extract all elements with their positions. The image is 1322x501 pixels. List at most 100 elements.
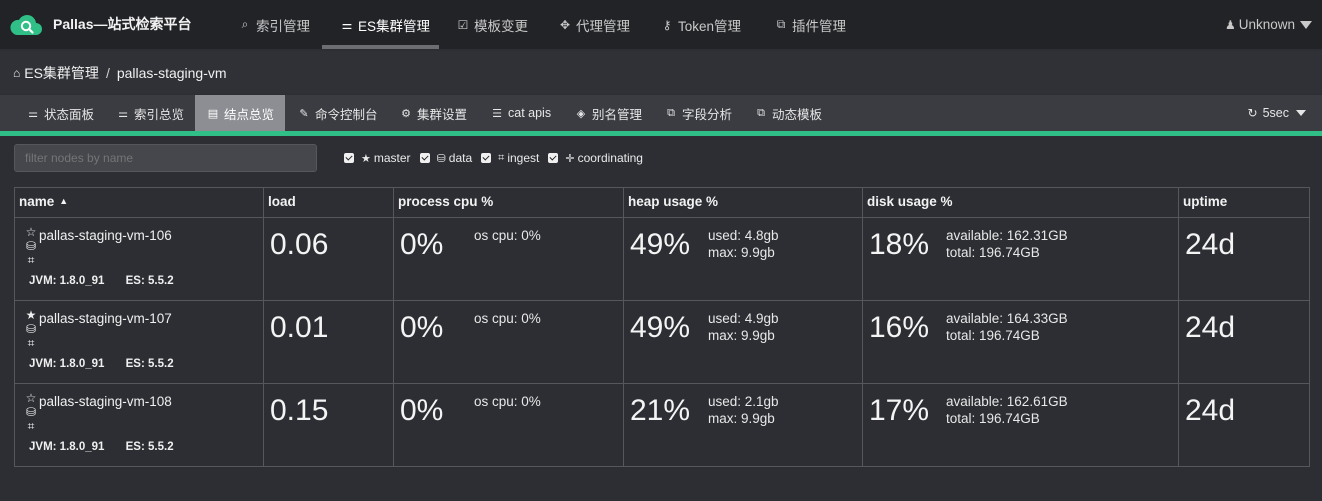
checkbox-edit-icon: ☑ bbox=[457, 17, 469, 32]
node-name: pallas-staging-vm-107 bbox=[39, 311, 172, 326]
tab-label: cat apis bbox=[508, 106, 552, 120]
nav-token-management[interactable]: ⚷ Token管理 bbox=[660, 0, 741, 49]
es-version: ES: 5.5.2 bbox=[125, 275, 174, 287]
brand-name: Pallas—站式检索平台 bbox=[53, 16, 192, 32]
checkbox-checked[interactable] bbox=[548, 153, 559, 163]
os-cpu: os cpu: 0% bbox=[474, 311, 541, 326]
node-name: pallas-staging-vm-106 bbox=[39, 228, 172, 243]
node-role-icons: ☆ ⛁ ⌗ bbox=[24, 225, 38, 267]
jvm-version: JVM: 1.8.0_91 bbox=[29, 358, 105, 370]
crosshairs-icon: ✛ bbox=[565, 152, 575, 165]
user-menu[interactable]: ♟ Unknown bbox=[1225, 0, 1312, 49]
home-icon: ⌂ bbox=[13, 65, 21, 80]
role-filter-data[interactable]: ⛁ data bbox=[419, 151, 473, 165]
node-uptime: 24d bbox=[1185, 311, 1236, 344]
nav-proxy-management[interactable]: ✥ 代理管理 bbox=[558, 0, 630, 49]
heap-max: max: 9.9gb bbox=[708, 411, 775, 426]
node-heap-cell: 49% used: 4.8gb max: 9.9gb bbox=[623, 217, 863, 301]
cluster-tab-bar: ⚌ 状态面板 ⚌ 索引总览 ▤ 结点总览 ✎ 命令控制台 ⚙ 集群设置 ☰ ca… bbox=[0, 95, 1322, 131]
os-cpu: os cpu: 0% bbox=[474, 228, 541, 243]
puzzle-icon: ⧉ bbox=[776, 17, 786, 31]
refresh-icon: ↻ bbox=[1247, 106, 1258, 120]
table-row: ☆ ⛁ ⌗ pallas-staging-vm-106 JVM: 1.8.0_9… bbox=[14, 217, 1310, 301]
sitemap-icon: ⚌ bbox=[341, 17, 353, 32]
crop-icon: ⌗ bbox=[498, 151, 505, 164]
filter-nodes-input[interactable] bbox=[14, 144, 317, 172]
cogs-icon: ⚙ bbox=[401, 107, 411, 120]
arrows-move-icon: ✥ bbox=[559, 17, 571, 32]
node-disk-cell: 16% available: 164.33GB total: 196.74GB bbox=[862, 300, 1179, 384]
process-cpu: 0% bbox=[400, 311, 444, 344]
nav-es-cluster-management[interactable]: ⚌ ES集群管理 bbox=[340, 0, 430, 49]
role-filter-master[interactable]: ★ master bbox=[344, 151, 411, 165]
tab-label: 集群设置 bbox=[417, 107, 468, 122]
list-icon: ☰ bbox=[492, 107, 502, 120]
disk-percent: 17% bbox=[869, 394, 930, 427]
node-uptime: 24d bbox=[1185, 228, 1236, 261]
refresh-interval-value: 5sec bbox=[1262, 106, 1289, 120]
node-load-cell: 0.15 bbox=[263, 383, 394, 467]
process-cpu: 0% bbox=[400, 394, 444, 427]
brand[interactable]: Pallas—站式检索平台 bbox=[9, 9, 191, 39]
table-row: ★ ⛁ ⌗ pallas-staging-vm-107 JVM: 1.8.0_9… bbox=[14, 300, 1310, 384]
breadcrumb: ⌂ ES集群管理 / pallas-staging-vm bbox=[0, 51, 1322, 94]
star-outline-icon: ☆ bbox=[25, 225, 37, 239]
table-header-row: name ▲ load process cpu % heap usage % di… bbox=[14, 187, 1310, 218]
role-filter-coordinating[interactable]: ✛ coordinating bbox=[548, 151, 643, 165]
column-header-disk-usage[interactable]: disk usage % bbox=[862, 187, 1179, 218]
jvm-version: JVM: 1.8.0_91 bbox=[29, 275, 105, 287]
checkbox-checked[interactable] bbox=[419, 153, 430, 163]
tab-alias-management[interactable]: ◈ 别名管理 bbox=[575, 95, 642, 131]
chevron-down-icon bbox=[1296, 110, 1306, 116]
column-header-process-cpu[interactable]: process cpu % bbox=[393, 187, 624, 218]
node-load-cell: 0.06 bbox=[263, 217, 394, 301]
heap-used: used: 4.8gb bbox=[708, 228, 779, 243]
tab-status-panel[interactable]: ⚌ 状态面板 bbox=[27, 95, 94, 131]
nav-template-change[interactable]: ☑ 模板变更 bbox=[456, 0, 528, 49]
column-header-load[interactable]: load bbox=[263, 187, 394, 218]
tab-label: 状态面板 bbox=[44, 107, 95, 122]
tab-dynamic-template[interactable]: ⧉ 动态模板 bbox=[755, 95, 822, 131]
column-header-heap-usage[interactable]: heap usage % bbox=[623, 187, 863, 218]
node-name-cell: ☆ ⛁ ⌗ pallas-staging-vm-106 JVM: 1.8.0_9… bbox=[14, 217, 264, 301]
search-icon: ⌕ bbox=[241, 17, 249, 31]
disk-available: available: 164.33GB bbox=[946, 311, 1068, 326]
column-header-name[interactable]: name ▲ bbox=[14, 187, 264, 218]
heap-used: used: 2.1gb bbox=[708, 394, 779, 409]
edit-icon: ✎ bbox=[299, 107, 309, 120]
nav-plugin-management[interactable]: ⧉ 插件管理 bbox=[774, 0, 846, 49]
column-header-uptime[interactable]: uptime bbox=[1178, 187, 1310, 218]
nav-label: Token管理 bbox=[678, 18, 742, 34]
tab-node-overview[interactable]: ▤ 结点总览 bbox=[195, 95, 285, 131]
role-filters: ★ master ⛁ data ⌗ ingest ✛ coordinating bbox=[344, 151, 652, 165]
node-disk-cell: 18% available: 162.31GB total: 196.74GB bbox=[862, 217, 1179, 301]
chevron-down-icon bbox=[1300, 20, 1312, 29]
tab-label: 结点总览 bbox=[224, 107, 275, 122]
nav-label: ES集群管理 bbox=[358, 18, 431, 34]
role-label: ingest bbox=[507, 151, 540, 165]
role-label: data bbox=[448, 151, 473, 165]
checkbox-checked[interactable] bbox=[344, 153, 354, 163]
cloud-search-logo-icon bbox=[9, 11, 43, 37]
process-cpu: 0% bbox=[400, 228, 444, 261]
os-cpu: os cpu: 0% bbox=[474, 394, 541, 409]
sort-asc-icon: ▲ bbox=[59, 196, 69, 206]
nav-index-management[interactable]: ⌕ 索引管理 bbox=[238, 0, 310, 49]
crop-icon: ⌗ bbox=[27, 253, 35, 267]
tab-cat-apis[interactable]: ☰ cat apis bbox=[491, 95, 551, 131]
tab-cluster-settings[interactable]: ⚙ 集群设置 bbox=[400, 95, 467, 131]
crop-icon: ⌗ bbox=[27, 336, 35, 350]
node-heap-cell: 21% used: 2.1gb max: 9.9gb bbox=[623, 383, 863, 467]
tab-command-console[interactable]: ✎ 命令控制台 bbox=[298, 95, 377, 131]
disk-percent: 18% bbox=[869, 228, 930, 261]
refresh-interval-dropdown[interactable]: ↻ 5sec bbox=[1248, 95, 1306, 131]
accent-divider bbox=[0, 131, 1322, 136]
breadcrumb-root[interactable]: ES集群管理 bbox=[24, 63, 99, 83]
hdd-icon: ⛁ bbox=[436, 152, 446, 165]
tab-label: 别名管理 bbox=[592, 107, 643, 122]
tab-index-overview[interactable]: ⚌ 索引总览 bbox=[117, 95, 184, 131]
node-cpu-cell: 0% os cpu: 0% bbox=[393, 300, 624, 384]
role-filter-ingest[interactable]: ⌗ ingest bbox=[481, 151, 539, 165]
checkbox-checked[interactable] bbox=[481, 153, 492, 163]
tab-field-analysis[interactable]: ⧉ 字段分析 bbox=[665, 95, 732, 131]
